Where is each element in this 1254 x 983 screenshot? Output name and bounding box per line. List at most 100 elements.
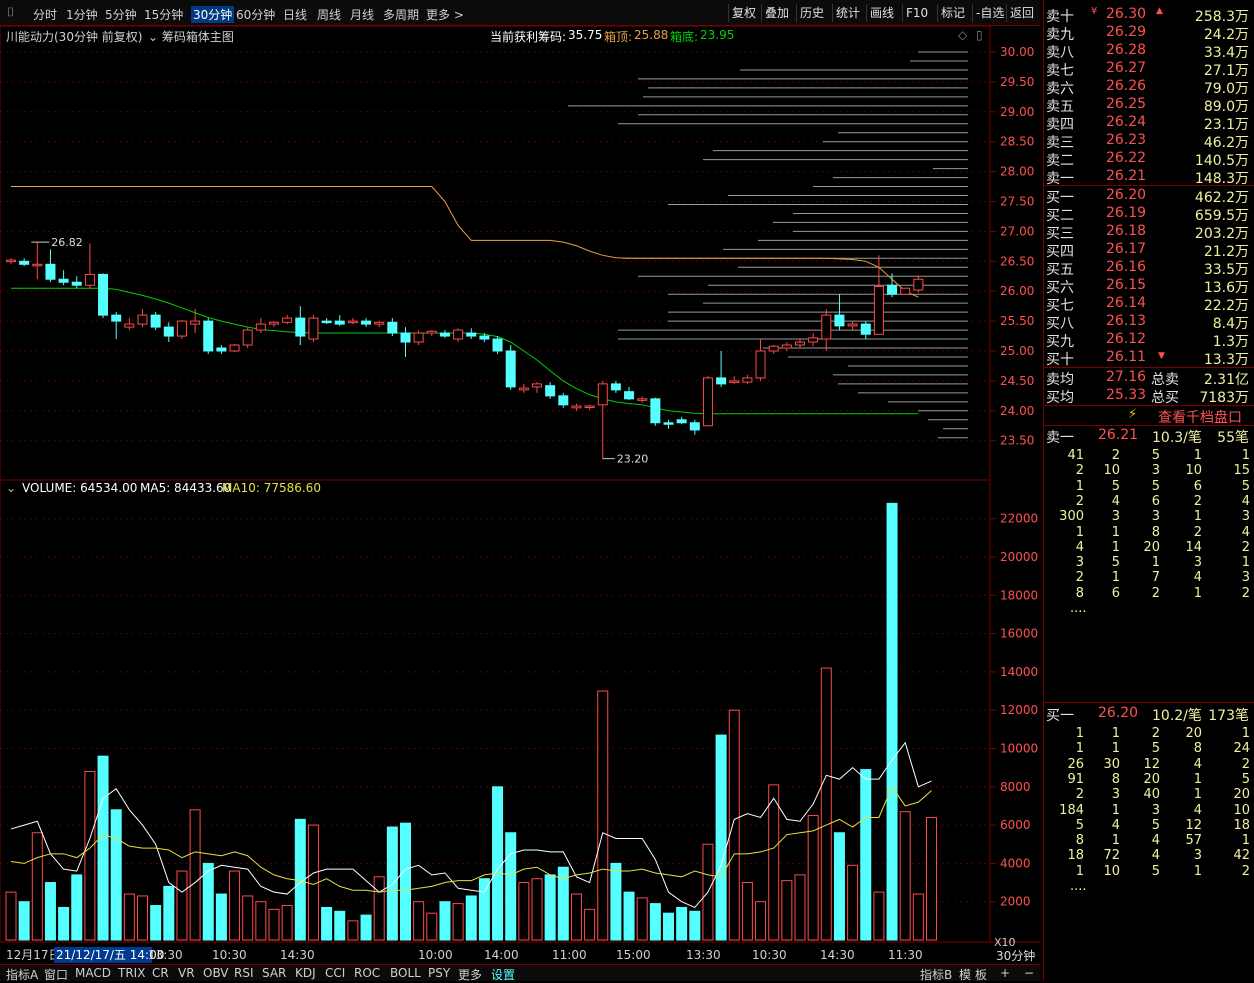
order-book-row[interactable]: 买二 26.19 659.5万 bbox=[1044, 205, 1254, 224]
indicator-tab[interactable]: TRIX bbox=[118, 966, 145, 980]
queue-cell: 72 bbox=[1103, 848, 1120, 864]
bottom-control[interactable]: + bbox=[1000, 966, 1010, 980]
indicator-selector[interactable]: ⌄ 筹码箱体主图 bbox=[148, 28, 234, 45]
candle-body bbox=[610, 383, 621, 391]
queue-cell: 4 bbox=[1151, 833, 1160, 849]
volume-bar bbox=[505, 832, 517, 941]
queue-header: 买一 26.20 10.2/笔 173笔 bbox=[1044, 705, 1254, 724]
indicator-tab[interactable]: CR bbox=[152, 966, 169, 980]
volume-bar bbox=[465, 895, 477, 941]
queue-cell: 2 bbox=[1075, 570, 1084, 586]
summary-divider bbox=[1044, 367, 1254, 368]
order-book-row[interactable]: 卖二 26.22 140.5万 bbox=[1044, 150, 1254, 169]
bottom-control[interactable]: 模 bbox=[959, 966, 971, 983]
level-volume: 462.2万 bbox=[1194, 190, 1249, 206]
queue-label: 买一 bbox=[1046, 708, 1074, 724]
order-book-row[interactable]: 买六 26.15 13.6万 bbox=[1044, 277, 1254, 296]
order-book-row[interactable]: 卖七 26.27 27.1万 bbox=[1044, 60, 1254, 79]
ask-summary-row: 卖均 27.16 总卖 2.31亿 bbox=[1044, 369, 1254, 388]
queue-cell: 4 bbox=[1241, 493, 1250, 509]
queue-cell: 1 bbox=[1111, 539, 1120, 555]
period-label: 30分钟 bbox=[996, 948, 1035, 963]
order-book-row[interactable]: 买十 26.11 13.3万 bbox=[1044, 349, 1254, 368]
candle-body bbox=[321, 320, 332, 324]
volume-chevron-icon[interactable]: ⌄ bbox=[6, 481, 16, 495]
order-book-row[interactable]: 买一 26.20 462.2万 bbox=[1044, 187, 1254, 206]
order-book-row[interactable]: 卖一 26.21 148.3万 bbox=[1044, 168, 1254, 187]
queue-cell: 1 bbox=[1111, 524, 1120, 540]
level-volume: 46.2万 bbox=[1203, 135, 1249, 151]
candle bbox=[663, 419, 674, 429]
candle bbox=[84, 243, 95, 289]
level-price: 26.17 bbox=[1106, 241, 1147, 257]
indicator-tab[interactable]: OBV bbox=[203, 966, 229, 980]
volume-tick-label: 6000 bbox=[1000, 818, 1031, 832]
price-tick-label: 26.50 bbox=[1000, 254, 1034, 268]
volume-bar bbox=[689, 910, 701, 941]
candle bbox=[624, 386, 635, 401]
candle-body bbox=[32, 263, 43, 267]
indicator-tab[interactable]: KDJ bbox=[295, 966, 316, 980]
queue-cell: 10 bbox=[1103, 463, 1120, 479]
candle-body bbox=[387, 321, 398, 334]
view-depth-link[interactable]: ⚡ 查看千档盘口 bbox=[1044, 407, 1254, 426]
volume-bar bbox=[400, 822, 411, 941]
indicator-tab[interactable]: BOLL bbox=[390, 966, 421, 980]
order-book-row[interactable]: 买五 26.16 33.5万 bbox=[1044, 259, 1254, 278]
level-price: 26.26 bbox=[1106, 78, 1147, 94]
order-book-row[interactable]: 卖八 26.28 33.4万 bbox=[1044, 42, 1254, 61]
candle-body bbox=[545, 385, 556, 397]
order-book-row[interactable]: 买四 26.17 21.2万 bbox=[1044, 241, 1254, 260]
level-volume: 8.4万 bbox=[1212, 316, 1249, 332]
collapse-icon[interactable]: ▯ bbox=[976, 28, 983, 42]
candle bbox=[847, 321, 858, 331]
candle bbox=[176, 319, 187, 340]
indicator-tab[interactable]: RSI bbox=[234, 966, 254, 980]
total-sell-label: 总卖 bbox=[1151, 372, 1179, 388]
level-volume: 89.0万 bbox=[1203, 99, 1249, 115]
bottom-control[interactable]: − bbox=[1024, 966, 1034, 980]
order-book-row[interactable]: 买八 26.13 8.4万 bbox=[1044, 313, 1254, 332]
order-book-row[interactable]: 卖六 26.26 79.0万 bbox=[1044, 78, 1254, 97]
level-volume: 659.5万 bbox=[1194, 208, 1249, 224]
order-book-row[interactable]: 卖九 26.29 24.2万 bbox=[1044, 24, 1254, 43]
indicator-tab[interactable]: SAR bbox=[262, 966, 286, 980]
candle-body bbox=[755, 350, 766, 379]
volume-bar bbox=[860, 769, 872, 941]
indicator-tab[interactable]: 指标A bbox=[6, 966, 38, 983]
order-book-row[interactable]: 买七 26.14 22.2万 bbox=[1044, 295, 1254, 314]
stock-title[interactable]: 川能动力(30分钟 前复权) bbox=[6, 28, 142, 45]
level-price: 26.25 bbox=[1106, 96, 1147, 112]
indicator-tab[interactable]: PSY bbox=[428, 966, 450, 980]
x-axis-label: 14:30 bbox=[280, 948, 315, 962]
diamond-icon[interactable]: ◇ bbox=[958, 28, 967, 42]
order-book-row[interactable]: 卖四 26.24 23.1万 bbox=[1044, 114, 1254, 133]
indicator-tab[interactable]: 设置 bbox=[491, 966, 515, 983]
queue-cell: 40 bbox=[1143, 787, 1160, 803]
indicator-tab[interactable]: ROC bbox=[354, 966, 380, 980]
volume-bar bbox=[715, 734, 727, 941]
volume-bar bbox=[820, 667, 832, 941]
indicator-tab[interactable]: 更多 bbox=[458, 966, 482, 983]
order-book-row[interactable]: 卖十 26.30 258.3万 bbox=[1044, 6, 1254, 25]
bottom-control[interactable]: 板 bbox=[975, 966, 987, 983]
volume-bar bbox=[847, 864, 859, 941]
order-book-row[interactable]: 卖五 26.25 89.0万 bbox=[1044, 96, 1254, 115]
candle-body bbox=[492, 338, 503, 352]
price-tick-label: 24.00 bbox=[1000, 404, 1034, 418]
queue-cell: 1 bbox=[1193, 585, 1202, 601]
volume-bar bbox=[781, 880, 793, 941]
indicator-name: 筹码箱体主图 bbox=[161, 30, 234, 44]
indicator-tab[interactable]: 窗口 bbox=[44, 966, 68, 983]
candle-body bbox=[887, 284, 898, 295]
candle-body bbox=[426, 330, 437, 334]
indicator-tab[interactable]: CCI bbox=[325, 966, 345, 980]
order-book-row[interactable]: 买三 26.18 203.2万 bbox=[1044, 223, 1254, 242]
candle-body bbox=[900, 287, 911, 295]
indicator-tab[interactable]: MACD bbox=[75, 966, 111, 980]
order-book-row[interactable]: 买九 26.12 1.3万 bbox=[1044, 331, 1254, 350]
indicator-tab[interactable]: VR bbox=[178, 966, 195, 980]
bottom-control[interactable]: 指标B bbox=[920, 966, 952, 983]
order-book-row[interactable]: 卖三 26.23 46.2万 bbox=[1044, 132, 1254, 151]
volume-bar bbox=[58, 906, 70, 941]
